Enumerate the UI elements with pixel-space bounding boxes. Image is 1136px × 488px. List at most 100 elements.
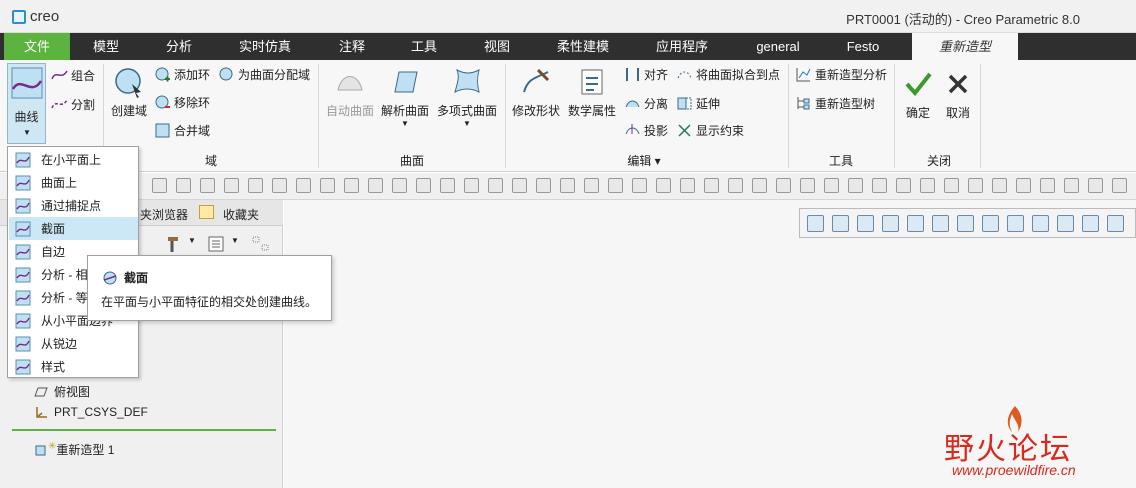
toolbar-tool-icon[interactable] xyxy=(440,178,455,193)
dropdown-item[interactable]: 通过捕捉点 xyxy=(9,194,138,217)
dropdown-item[interactable]: 曲面上 xyxy=(9,171,138,194)
tab-annotate[interactable]: 注释 xyxy=(318,33,386,60)
toolbar-tool-icon[interactable] xyxy=(752,178,767,193)
toolbar-tool-icon[interactable] xyxy=(824,178,839,193)
chevron-down-icon[interactable]: ▼ xyxy=(188,236,196,245)
toolbar-tool-icon[interactable] xyxy=(392,178,407,193)
hammer-icon[interactable] xyxy=(164,235,182,253)
toolbar-tool-icon[interactable] xyxy=(680,178,695,193)
plane-display-icon[interactable] xyxy=(1082,215,1099,232)
toolbar-tool-icon[interactable] xyxy=(968,178,983,193)
group-label-edit[interactable]: 编辑 ▾ xyxy=(622,152,666,169)
split-button[interactable]: 分割 xyxy=(51,96,95,113)
refit-icon[interactable] xyxy=(807,215,824,232)
toolbar-tool-icon[interactable] xyxy=(224,178,239,193)
toolbar-tool-icon[interactable] xyxy=(944,178,959,193)
tab-favorites[interactable]: 收藏夹 xyxy=(223,206,259,223)
tab-live-sim[interactable]: 实时仿真 xyxy=(225,33,305,60)
toolbar-tool-icon[interactable] xyxy=(464,178,479,193)
modify-shape-button[interactable]: 修改形状 xyxy=(510,66,562,119)
dropdown-item[interactable]: 从锐边 xyxy=(9,332,138,355)
tree-item-remodel[interactable]: ✳ 重新造型 1 xyxy=(34,441,114,458)
analytic-surface-button[interactable]: 解析曲面 ▼ xyxy=(379,66,431,128)
toolbar-tool-icon[interactable] xyxy=(1088,178,1103,193)
tab-flexible-modeling[interactable]: 柔性建模 xyxy=(545,33,621,60)
toolbar-tool-icon[interactable] xyxy=(272,178,287,193)
toolbar-tool-icon[interactable] xyxy=(584,178,599,193)
tree-item-csys[interactable]: PRT_CSYS_DEF xyxy=(34,405,148,419)
tab-applications[interactable]: 应用程序 xyxy=(640,33,724,60)
tab-folder-browser[interactable]: 夹浏览器 xyxy=(140,206,188,223)
dropdown-item[interactable]: 在小平面上 xyxy=(9,148,138,171)
zoom-in-icon[interactable] xyxy=(832,215,849,232)
math-props-button[interactable]: 数学属性 xyxy=(566,66,618,119)
perspective-icon[interactable] xyxy=(982,215,999,232)
toolbar-tool-icon[interactable] xyxy=(200,178,215,193)
tree-item-top-view[interactable]: 俯视图 xyxy=(34,383,90,400)
toolbar-tool-icon[interactable] xyxy=(1112,178,1127,193)
toolbar-tool-icon[interactable] xyxy=(800,178,815,193)
toolbar-tool-icon[interactable] xyxy=(656,178,671,193)
tab-model[interactable]: 模型 xyxy=(72,33,140,60)
toolbar-tool-icon[interactable] xyxy=(896,178,911,193)
merge-domain-button[interactable]: 合并域 xyxy=(154,122,210,139)
toolbar-tool-icon[interactable] xyxy=(176,178,191,193)
toolbar-tool-icon[interactable] xyxy=(416,178,431,193)
toolbar-tool-icon[interactable] xyxy=(1064,178,1079,193)
toolbar-tool-icon[interactable] xyxy=(1016,178,1031,193)
tab-analysis[interactable]: 分析 xyxy=(145,33,213,60)
fit-to-points-button[interactable]: 将曲面拟合到点 xyxy=(676,66,780,83)
separate-button[interactable]: 分离 xyxy=(624,95,668,112)
remove-ring-button[interactable]: 移除环 xyxy=(154,94,210,111)
tab-view[interactable]: 视图 xyxy=(463,33,531,60)
view-manager-icon[interactable] xyxy=(957,215,974,232)
saved-views-icon[interactable] xyxy=(932,215,949,232)
toolbar-tool-icon[interactable] xyxy=(848,178,863,193)
annotation-display-icon[interactable] xyxy=(1032,215,1049,232)
chevron-down-icon[interactable]: ▼ xyxy=(231,236,239,245)
spin-center-icon[interactable] xyxy=(1007,215,1024,232)
toolbar-tool-icon[interactable] xyxy=(512,178,527,193)
dropdown-item[interactable]: 样式 xyxy=(9,355,138,378)
toolbar-tool-icon[interactable] xyxy=(344,178,359,193)
zoom-out-icon[interactable] xyxy=(857,215,874,232)
curve-button[interactable]: 曲线 ▼ xyxy=(7,63,46,144)
remodel-analysis-button[interactable]: 重新造型分析 xyxy=(795,66,887,83)
project-button[interactable]: 投影 xyxy=(624,122,668,139)
toolbar-tool-icon[interactable] xyxy=(1040,178,1055,193)
tab-festo[interactable]: Festo xyxy=(830,33,896,60)
remodel-tree-button[interactable]: 重新造型树 xyxy=(795,95,875,112)
filter-icon[interactable] xyxy=(251,235,271,253)
add-ring-button[interactable]: 添加环 xyxy=(154,66,210,83)
toolbar-tool-icon[interactable] xyxy=(920,178,935,193)
toolbar-tool-icon[interactable] xyxy=(368,178,383,193)
toolbar-tool-icon[interactable] xyxy=(872,178,887,193)
extend-button[interactable]: 延伸 xyxy=(676,95,720,112)
axis-display-icon[interactable] xyxy=(1107,215,1124,232)
tab-general[interactable]: general xyxy=(740,33,816,60)
toolbar-tool-icon[interactable] xyxy=(776,178,791,193)
align-button[interactable]: 对齐 xyxy=(624,66,668,83)
poly-surface-button[interactable]: 多项式曲面 ▼ xyxy=(436,66,498,128)
toolbar-tool-icon[interactable] xyxy=(152,178,167,193)
dropdown-item[interactable]: 截面 xyxy=(9,217,138,240)
repaint-icon[interactable] xyxy=(882,215,899,232)
create-domain-button[interactable]: 创建域 xyxy=(107,66,151,119)
toolbar-tool-icon[interactable] xyxy=(632,178,647,193)
list-icon[interactable] xyxy=(207,235,225,253)
datum-display-icon[interactable] xyxy=(1057,215,1074,232)
toolbar-tool-icon[interactable] xyxy=(608,178,623,193)
toolbar-tool-icon[interactable] xyxy=(488,178,503,193)
cancel-button[interactable]: 取消 xyxy=(940,68,976,121)
toolbar-tool-icon[interactable] xyxy=(320,178,335,193)
tab-tools[interactable]: 工具 xyxy=(390,33,458,60)
show-constraints-button[interactable]: 显示约束 xyxy=(676,122,744,139)
toolbar-tool-icon[interactable] xyxy=(536,178,551,193)
toolbar-tool-icon[interactable] xyxy=(704,178,719,193)
ok-button[interactable]: 确定 xyxy=(900,68,936,121)
tab-file[interactable]: 文件 xyxy=(4,33,70,60)
toolbar-tool-icon[interactable] xyxy=(248,178,263,193)
display-style-icon[interactable] xyxy=(907,215,924,232)
toolbar-tool-icon[interactable] xyxy=(992,178,1007,193)
tab-remodel[interactable]: 重新造型 xyxy=(912,33,1018,60)
